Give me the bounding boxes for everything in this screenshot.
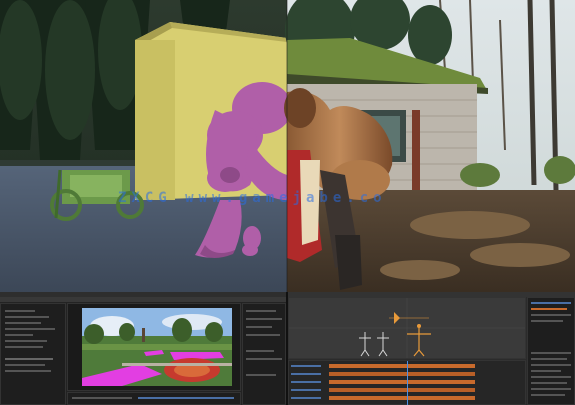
watermark-text: ZXCG www.gamejabe.co	[118, 190, 387, 206]
hero-split-image: ZXCG www.gamejabe.co	[0, 0, 575, 292]
dope-sheet[interactable]	[288, 360, 526, 405]
composition-preview	[82, 308, 232, 386]
project-panel[interactable]	[0, 303, 66, 405]
keyframe-track[interactable]	[329, 380, 475, 384]
effects-panel[interactable]	[242, 303, 286, 405]
3d-app-window	[288, 292, 575, 405]
keyframe-track[interactable]	[329, 396, 475, 400]
timeline-panel[interactable]	[67, 392, 241, 405]
photo-side	[284, 0, 575, 292]
software-screenshots	[0, 292, 575, 405]
armature-viewport	[289, 298, 525, 358]
toolbar[interactable]	[0, 297, 286, 302]
hero-illustration	[0, 0, 575, 292]
3d-viewport[interactable]	[288, 297, 526, 359]
keyframe-track[interactable]	[329, 372, 475, 376]
compositing-app-window	[0, 292, 286, 405]
composition-viewer[interactable]	[67, 303, 241, 391]
keyframe-track[interactable]	[329, 388, 475, 392]
properties-panel[interactable]	[527, 297, 575, 405]
render-side	[0, 0, 292, 292]
thumbnail: ZXCG www.gamejabe.co	[0, 0, 575, 405]
playhead[interactable]	[407, 361, 408, 405]
keyframe-track[interactable]	[329, 364, 475, 368]
